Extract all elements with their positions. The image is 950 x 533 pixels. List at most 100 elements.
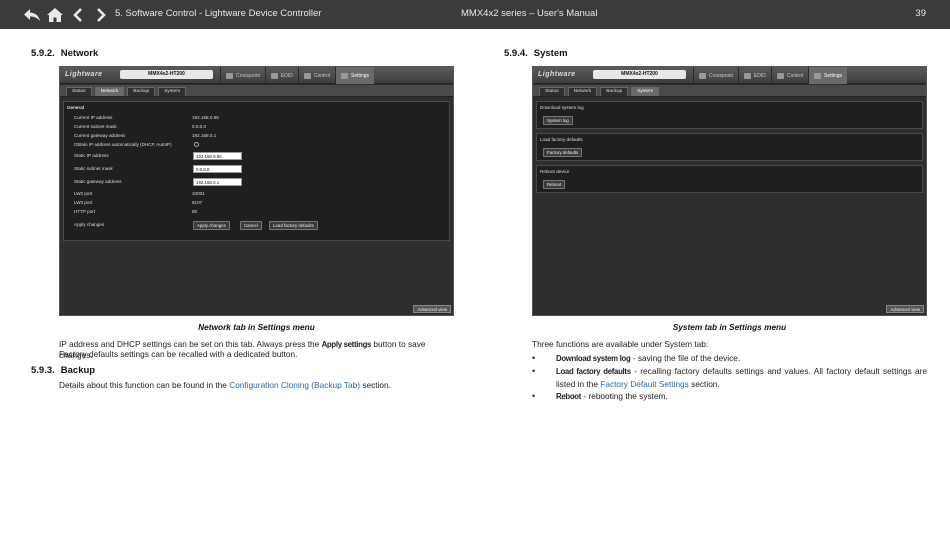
menu-crosspoint[interactable]: Crosspoint [693,67,738,84]
reboot-button[interactable]: Reboot [543,180,566,189]
network-screenshot: Lightware MMX4x2-HT200 Crosspoint EDID C… [59,66,454,316]
row-label: Static gateway address [74,179,122,184]
row-label: Static subnet mask [74,166,113,171]
lightware-logo: Lightware [538,71,576,78]
static-gateway-input[interactable]: 192.168.0.1 [193,178,242,186]
menu-settings[interactable]: Settings [807,67,848,84]
row-label: Obtain IP address automatically (DHCP, A… [74,142,172,147]
menu-label: Crosspoint [709,72,733,79]
system-heading-text: System [533,48,568,59]
tab-network[interactable]: Network [567,87,598,96]
backup-link[interactable]: Configuration Cloning (Backup Tab) [229,380,360,390]
menu-settings[interactable]: Settings [334,67,375,84]
nav-icons [22,5,110,24]
tab-status[interactable]: Status [539,87,565,96]
download-log-term: Download system log [556,354,631,363]
menu-control[interactable]: Control [770,67,808,84]
static-ip-input[interactable]: 192.168.0.85 [193,152,242,160]
factory-defaults-term: Load factory defaults [556,367,631,376]
network-heading-text: Network [60,48,99,59]
download-log-desc: - saving the file of the device. [630,353,741,363]
row-label: Current gateway address [74,133,126,138]
row-label: Current subnet mask [74,124,117,129]
menu-edid[interactable]: EDID [264,67,298,84]
backup-heading-number: 5.9.3. [31,365,55,376]
row-value: 10001 [192,191,205,196]
factory-default-settings-link[interactable]: Factory Default Settings [600,379,689,389]
row-label: LW2 port [74,191,93,196]
menu-label: Settings [823,72,843,79]
tab-system[interactable]: System [631,87,660,96]
tab-system[interactable]: System [158,87,187,96]
static-subnet-input[interactable]: 0.0.0.0 [193,165,242,173]
apply-settings-button-ref: Apply settings [321,340,372,349]
device-name: MMX4x2-HT200 [120,70,213,79]
network-heading: 5.9.2. Network [31,48,98,59]
list-item: Reboot - rebooting the system. [532,390,927,403]
menu-label: Control [786,72,803,79]
manual-title: MMX4x2 series – User's Manual [461,8,598,19]
system-intro: Three functions are available under Syst… [532,339,709,349]
crosspoint-icon [699,72,706,79]
factory-defaults-button[interactable]: Factory defaults [543,148,583,157]
tab-backup[interactable]: Backup [127,87,156,96]
row-label: LW3 port [74,200,93,205]
backup-heading-text: Backup [60,365,96,376]
row-label: HTTP port [74,209,96,214]
system-functions-list: Download system log - saving the file of… [532,352,927,403]
network-general-panel: General Current IP address 192.168.0.85 … [63,101,450,241]
factory-defaults-title: Load factory defaults [540,137,583,142]
control-icon [303,72,311,79]
list-item: Download system log - saving the file of… [532,352,927,365]
system-heading-number: 5.9.4. [504,48,528,59]
advanced-view-button[interactable]: Advanced view [886,305,924,313]
tab-network[interactable]: Network [94,87,125,96]
apply-changes-button[interactable]: Apply changes [193,221,230,230]
settings-tabs: Status Network Backup System [533,85,926,97]
general-heading: General [67,105,85,110]
factory-defaults-panel: Load factory defaults Factory defaults [536,133,923,161]
download-log-panel: Download system log System log [536,101,923,129]
reboot-desc: - rebooting the system. [581,391,668,401]
backup-text-1: Details about this function can be found… [59,380,230,390]
backup-text-2: section. [360,380,391,390]
row-label: Apply changes [74,222,105,227]
tab-backup[interactable]: Backup [600,87,629,96]
factory-defaults-paragraph: Factory defaults settings can be recalle… [59,349,298,359]
advanced-view-button[interactable]: Advanced view [413,305,451,313]
chevron-left-icon[interactable] [68,5,87,24]
tab-status[interactable]: Status [66,87,92,96]
lightware-logo: Lightware [65,71,103,78]
system-log-button[interactable]: System log [543,116,573,125]
back-return-icon[interactable] [22,5,41,24]
row-value: 80 [192,209,198,214]
menu-crosspoint[interactable]: Crosspoint [220,67,265,84]
page-header: 5. Software Control - Lightware Device C… [0,0,950,29]
cancel-button[interactable]: Cancel [240,221,262,230]
edid-icon [270,72,278,79]
settings-icon [813,72,821,79]
chapter-title: 5. Software Control - Lightware Device C… [115,8,322,19]
settings-icon [340,72,348,79]
backup-heading: 5.9.3. Backup [31,365,95,376]
system-screenshot: Lightware MMX4x2-HT200 Crosspoint EDID C… [532,66,927,316]
system-heading: 5.9.4. System [504,48,568,59]
row-value: 192.168.0.85 [192,115,219,120]
network-caption: Network tab in Settings menu [198,322,315,332]
menu-control[interactable]: Control [297,67,335,84]
chevron-right-icon[interactable] [91,5,110,24]
menu-label: Control [313,72,330,79]
control-icon [776,72,784,79]
menu-label: EDID [753,72,766,79]
load-factory-defaults-button[interactable]: Load factory defaults [269,221,318,230]
home-icon[interactable] [45,5,64,24]
settings-tabs: Status Network Backup System [60,85,453,97]
reboot-panel: Reboot device Reboot [536,165,923,193]
download-log-title: Download system log [540,105,584,110]
ldc-topbar: Lightware MMX4x2-HT200 Crosspoint EDID C… [533,67,926,84]
menu-label: Crosspoint [236,72,260,79]
backup-paragraph: Details about this function can be found… [59,380,459,390]
row-value: 0.0.0.0 [192,124,207,129]
dhcp-radio[interactable] [194,142,199,147]
menu-edid[interactable]: EDID [737,67,771,84]
